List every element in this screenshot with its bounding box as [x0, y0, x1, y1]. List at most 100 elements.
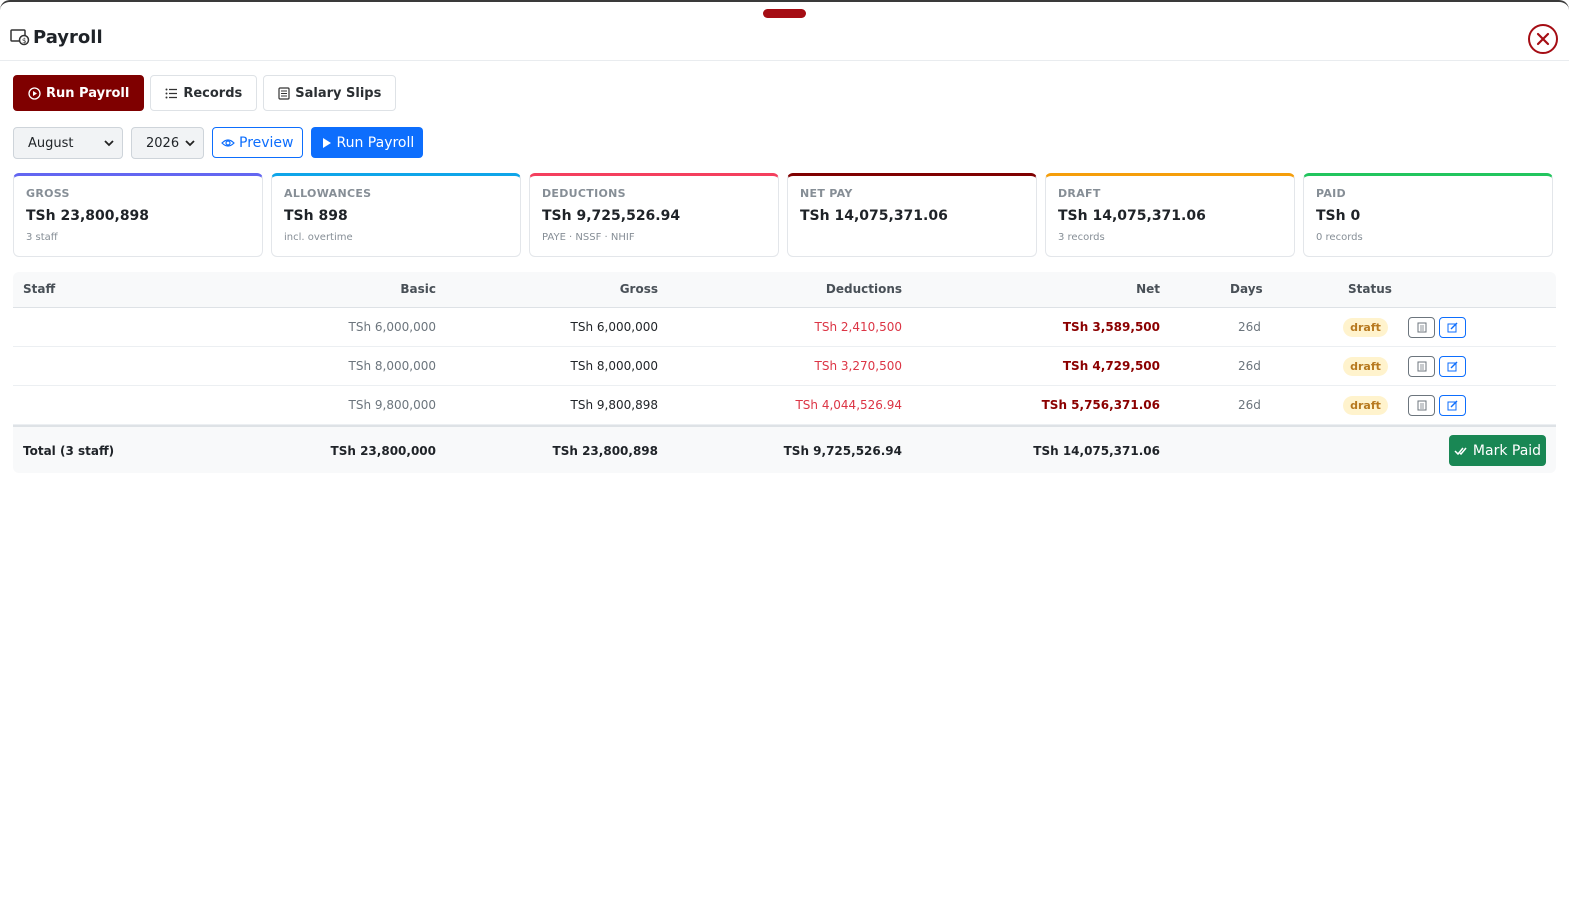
card-value: TSh 14,075,371.06	[1058, 208, 1206, 224]
play-icon	[322, 137, 331, 148]
status-badge: draft	[1343, 357, 1388, 376]
card-label: PAID	[1316, 187, 1346, 200]
total-label: Total (3 staff)	[23, 444, 115, 458]
card-subtext: incl. overtime	[284, 232, 353, 243]
table-row: TSh 9,800,000 TSh 9,800,898 TSh 4,044,52…	[13, 386, 1556, 425]
cell-days: 26d	[1238, 398, 1261, 412]
list-icon	[165, 88, 178, 98]
edit-button[interactable]	[1439, 317, 1466, 338]
card-value: TSh 898	[284, 208, 348, 224]
edit-button[interactable]	[1439, 356, 1466, 377]
preview-label: Preview	[239, 134, 294, 151]
card-label: NET PAY	[800, 187, 853, 200]
header-status: Status	[1348, 282, 1392, 296]
year-select[interactable]: 2026	[131, 127, 204, 159]
cell-net: TSh 5,756,371.06	[1041, 398, 1160, 412]
payroll-table: Staff Basic Gross Deductions Net Days St…	[13, 272, 1556, 473]
document-icon	[278, 86, 290, 100]
drag-handle[interactable]	[763, 9, 806, 18]
cell-days: 26d	[1238, 320, 1261, 334]
cell-deductions: TSh 2,410,500	[814, 320, 902, 334]
card-label: ALLOWANCES	[284, 187, 372, 200]
run-payroll-label: Run Payroll	[336, 134, 415, 151]
total-gross: TSh 23,800,898	[552, 444, 658, 458]
double-check-icon	[1454, 447, 1467, 455]
total-basic: TSh 23,800,000	[330, 444, 436, 458]
card-subtext: 3 staff	[26, 232, 58, 243]
cell-net: TSh 4,729,500	[1062, 359, 1160, 373]
card-paid: PAID TSh 0 0 records	[1303, 173, 1553, 257]
card-value: TSh 0	[1316, 208, 1361, 224]
table-row: TSh 8,000,000 TSh 8,000,000 TSh 3,270,50…	[13, 347, 1556, 386]
card-label: DRAFT	[1058, 187, 1101, 200]
tab-salary-slips[interactable]: Salary Slips	[263, 75, 397, 111]
header-deductions: Deductions	[825, 282, 902, 296]
chevron-down-icon	[185, 139, 195, 146]
card-subtext: 3 records	[1058, 232, 1105, 243]
card-label: DEDUCTIONS	[542, 187, 626, 200]
card-value: TSh 23,800,898	[26, 208, 150, 224]
cell-deductions: TSh 3,270,500	[814, 359, 902, 373]
cell-deductions: TSh 4,044,526.94	[795, 398, 902, 412]
chevron-down-icon	[104, 139, 114, 146]
summary-cards: GROSS TSh 23,800,898 3 staff ALLOWANCES …	[13, 173, 1553, 257]
close-button[interactable]	[1528, 24, 1558, 54]
mark-paid-button[interactable]: Mark Paid	[1449, 435, 1546, 466]
card-net-pay: NET PAY TSh 14,075,371.06	[787, 173, 1037, 257]
cell-basic: TSh 8,000,000	[348, 359, 436, 373]
page-title: Payroll	[33, 27, 103, 48]
tab-label: Salary Slips	[295, 85, 382, 101]
table-row: TSh 6,000,000 TSh 6,000,000 TSh 2,410,50…	[13, 308, 1556, 347]
table-header: Staff Basic Gross Deductions Net Days St…	[13, 272, 1556, 308]
month-select[interactable]: August	[13, 127, 123, 159]
mark-paid-label: Mark Paid	[1472, 442, 1542, 459]
total-net: TSh 14,075,371.06	[1033, 444, 1160, 458]
view-slip-button[interactable]	[1408, 395, 1435, 416]
edit-icon	[1447, 400, 1458, 411]
view-slip-button[interactable]	[1408, 356, 1435, 377]
table-footer: Total (3 staff) TSh 23,800,000 TSh 23,80…	[13, 425, 1556, 473]
tab-records[interactable]: Records	[150, 75, 258, 111]
total-deductions: TSh 9,725,526.94	[783, 444, 902, 458]
tab-run-payroll[interactable]: Run Payroll	[13, 75, 145, 111]
cell-net: TSh 3,589,500	[1062, 320, 1160, 334]
document-icon	[1417, 400, 1426, 411]
payroll-tabs: Run Payroll Records Salary Slips	[13, 75, 397, 111]
edit-button[interactable]	[1439, 395, 1466, 416]
document-icon	[1417, 361, 1426, 372]
header-staff: Staff	[23, 282, 56, 296]
modal-header: $ Payroll	[0, 20, 1569, 61]
cell-basic: TSh 6,000,000	[348, 320, 436, 334]
header-basic: Basic	[400, 282, 436, 296]
header-gross: Gross	[619, 282, 658, 296]
payroll-icon: $	[10, 28, 30, 46]
card-gross: GROSS TSh 23,800,898 3 staff	[13, 173, 263, 257]
tab-label: Run Payroll	[46, 85, 130, 101]
payroll-controls: August 2026 Preview Run Payroll	[13, 127, 424, 159]
view-slip-button[interactable]	[1408, 317, 1435, 338]
card-value: TSh 14,075,371.06	[800, 208, 948, 224]
cell-gross: TSh 8,000,000	[570, 359, 658, 373]
cell-days: 26d	[1238, 359, 1261, 373]
cell-basic: TSh 9,800,000	[348, 398, 436, 412]
status-badge: draft	[1343, 396, 1388, 415]
year-value: 2026	[146, 135, 180, 151]
cell-gross: TSh 6,000,000	[570, 320, 658, 334]
svg-text:$: $	[22, 37, 26, 45]
preview-button[interactable]: Preview	[212, 127, 303, 158]
card-subtext: PAYE · NSSF · NHIF	[542, 232, 635, 243]
card-label: GROSS	[26, 187, 70, 200]
card-draft: DRAFT TSh 14,075,371.06 3 records	[1045, 173, 1295, 257]
edit-icon	[1447, 322, 1458, 333]
card-value: TSh 9,725,526.94	[542, 208, 681, 224]
card-deductions: DEDUCTIONS TSh 9,725,526.94 PAYE · NSSF …	[529, 173, 779, 257]
cell-gross: TSh 9,800,898	[570, 398, 658, 412]
run-payroll-button[interactable]: Run Payroll	[310, 127, 424, 158]
card-subtext: 0 records	[1316, 232, 1363, 243]
document-icon	[1417, 322, 1426, 333]
status-badge: draft	[1343, 318, 1388, 337]
play-circle-icon	[28, 86, 41, 100]
month-value: August	[28, 135, 74, 151]
close-icon	[1536, 32, 1550, 46]
header-days: Days	[1230, 282, 1263, 296]
